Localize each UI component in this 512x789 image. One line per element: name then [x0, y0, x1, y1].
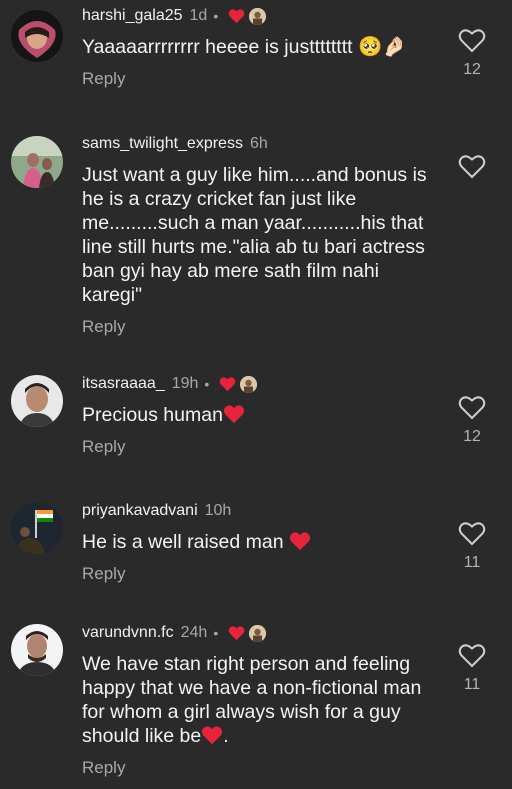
username[interactable]: priyankavadvani: [82, 502, 198, 520]
comment-text-body: He is a well raised man: [82, 531, 284, 553]
comment-text: Precious human: [82, 403, 430, 427]
reply-button[interactable]: Reply: [82, 564, 430, 584]
creator-avatar: [240, 375, 258, 393]
timestamp: 1d: [189, 7, 208, 24]
like-heart-icon[interactable]: [458, 642, 486, 668]
creator-avatar: [249, 7, 267, 25]
reply-button[interactable]: Reply: [82, 437, 430, 457]
comment-text-body: We have stan right person and feeling ha…: [82, 653, 422, 747]
timestamp: 6h: [249, 135, 268, 152]
like-heart-icon[interactable]: [458, 153, 486, 179]
timestamp: 19h: [171, 375, 199, 392]
creator-avatar: [249, 624, 267, 642]
like-count: 11: [463, 676, 481, 693]
username[interactable]: harshi_gala25: [82, 7, 183, 25]
like-heart-icon[interactable]: [458, 520, 486, 546]
avatar[interactable]: [11, 624, 63, 676]
avatar[interactable]: [11, 10, 63, 62]
red-heart-emoji-icon: [289, 532, 311, 551]
like-heart-icon[interactable]: [458, 394, 486, 420]
reply-button[interactable]: Reply: [82, 758, 430, 778]
reply-button[interactable]: Reply: [82, 69, 430, 89]
separator-dot: •: [213, 625, 219, 641]
red-heart-emoji-icon: [202, 726, 223, 745]
avatar[interactable]: [11, 136, 63, 188]
creator-liked-heart-icon: [219, 377, 236, 392]
comment-text: Yaaaaarrrrrrrr heeee is justttttttt 🥺🤌🏻: [82, 36, 407, 58]
username[interactable]: varundvnn.fc: [82, 624, 174, 642]
comment-text-end: .: [223, 725, 229, 747]
comment-text: Just want a guy like him.....and bonus i…: [82, 164, 427, 306]
comment-text-body: Precious human: [82, 404, 223, 426]
like-heart-icon[interactable]: [458, 27, 486, 53]
username[interactable]: sams_twilight_express: [82, 135, 243, 153]
comment-text: He is a well raised man: [82, 530, 430, 554]
creator-liked-heart-icon: [228, 626, 245, 641]
comment-text: We have stan right person and feeling ha…: [82, 652, 430, 748]
red-heart-emoji-icon: [223, 405, 245, 424]
separator-dot: •: [213, 8, 219, 24]
like-count: 12: [463, 61, 481, 78]
avatar[interactable]: [11, 502, 63, 554]
timestamp: 24h: [180, 624, 208, 641]
like-count: 12: [463, 428, 481, 445]
like-count: 11: [463, 554, 481, 571]
reply-button[interactable]: Reply: [82, 317, 430, 337]
avatar[interactable]: [11, 375, 63, 427]
separator-dot: •: [204, 376, 210, 392]
creator-liked-heart-icon: [228, 9, 245, 24]
timestamp: 10h: [204, 502, 232, 519]
username[interactable]: itsasraaaa_: [82, 375, 165, 393]
